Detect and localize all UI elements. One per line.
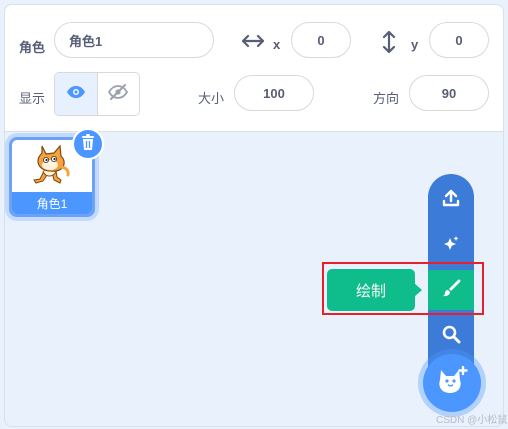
add-sprite-icon bbox=[436, 365, 468, 401]
size-input[interactable]: 100 bbox=[234, 75, 314, 111]
show-label: 显示 bbox=[19, 91, 46, 106]
upload-sprite-button[interactable] bbox=[428, 180, 474, 220]
y-label: y bbox=[411, 37, 419, 52]
visibility-toggle bbox=[54, 72, 140, 116]
y-arrow-icon bbox=[382, 30, 396, 58]
sprite-info-panel: 角色 角色1 x 0 y 0 显示 大小 100 方向 90 bbox=[5, 5, 503, 132]
search-icon bbox=[441, 324, 461, 349]
eye-icon bbox=[66, 85, 86, 104]
x-label: x bbox=[273, 37, 281, 52]
x-arrow-icon bbox=[241, 34, 265, 53]
cat-sprite-icon bbox=[33, 144, 70, 184]
x-input[interactable]: 0 bbox=[291, 22, 351, 58]
eye-slash-icon bbox=[108, 83, 129, 106]
choose-sprite-button[interactable] bbox=[428, 316, 474, 356]
sparkle-icon bbox=[441, 234, 461, 259]
sprite-name-input[interactable]: 角色1 bbox=[54, 22, 214, 58]
direction-input[interactable]: 90 bbox=[409, 75, 489, 111]
highlight-annotation bbox=[322, 262, 484, 315]
hide-button[interactable] bbox=[98, 73, 140, 115]
surprise-sprite-button[interactable] bbox=[428, 226, 474, 266]
trash-icon bbox=[80, 133, 96, 156]
sprite-label: 角色 bbox=[19, 40, 46, 55]
sprite-name-label: 角色1 bbox=[12, 192, 92, 214]
show-button[interactable] bbox=[55, 73, 98, 115]
y-input[interactable]: 0 bbox=[429, 22, 489, 58]
delete-sprite-button[interactable] bbox=[72, 128, 104, 160]
upload-icon bbox=[441, 188, 461, 213]
direction-label: 方向 bbox=[373, 91, 400, 106]
size-label: 大小 bbox=[198, 91, 225, 106]
add-sprite-button[interactable] bbox=[423, 354, 481, 412]
watermark: CSDN @小松鼠 bbox=[436, 415, 508, 426]
